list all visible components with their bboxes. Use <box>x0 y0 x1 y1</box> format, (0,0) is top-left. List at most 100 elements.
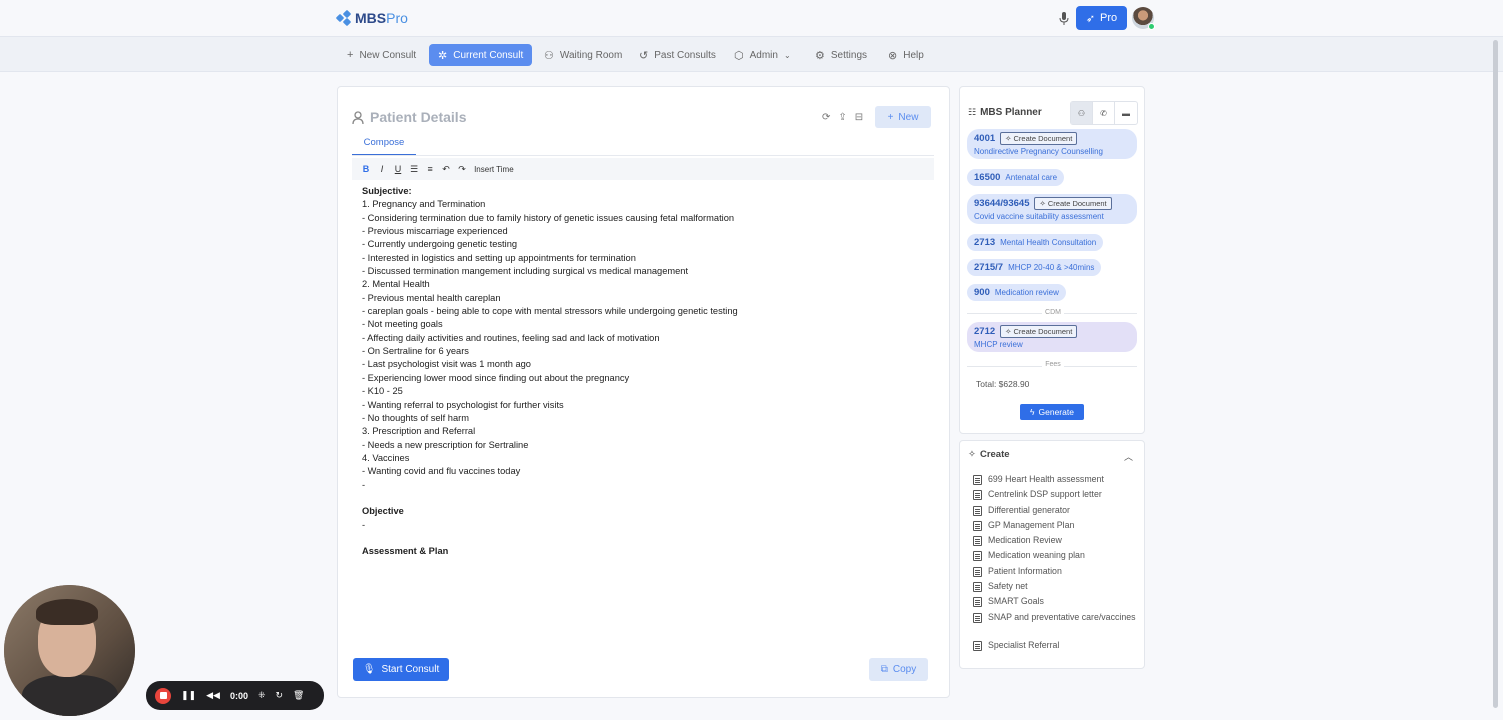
note-line: 2. Mental Health <box>362 279 430 290</box>
document-icon <box>973 597 982 608</box>
mbs-item[interactable]: 2713 Mental Health Consultation <box>967 234 1104 251</box>
create-item[interactable]: GP Management Plan <box>973 520 1138 535</box>
start-consult-button[interactable]: 🎙 Start Consult <box>353 658 449 681</box>
scrollbar[interactable] <box>1493 40 1498 708</box>
mbs-item[interactable]: 93644/93645 ✧ Create Document Covid vacci… <box>967 194 1137 224</box>
restart-icon[interactable]: ↻ <box>276 690 284 701</box>
create-item[interactable]: Differential generator <box>973 505 1138 520</box>
note-editor[interactable]: Subjective: 1. Pregnancy and Termination … <box>362 185 922 559</box>
copy-button[interactable]: ⧉ Copy <box>869 658 928 681</box>
note-line: - Not meeting goals <box>362 319 443 330</box>
video-icon[interactable]: ▬ <box>1115 102 1137 124</box>
refresh-icon[interactable]: ⟳ <box>822 112 830 123</box>
note-line: - Experiencing lower mood since finding … <box>362 372 630 383</box>
note-line: - careplan goals - being able to cope wi… <box>362 306 738 317</box>
create-item[interactable]: SMART Goals <box>973 596 1138 611</box>
nav-waiting-room[interactable]: ⚇ Waiting Room <box>535 44 631 66</box>
nav-help[interactable]: ⊗ Help <box>879 44 933 66</box>
pro-button[interactable]: ➶ Pro <box>1076 6 1127 30</box>
insert-time-button[interactable]: Insert Time <box>474 165 514 174</box>
redo-icon[interactable]: ↷ <box>458 164 466 175</box>
note-line: - Discussed termination mangement includ… <box>362 266 689 277</box>
stop-recording-button[interactable] <box>155 687 171 704</box>
create-item[interactable]: Safety net <box>973 581 1138 596</box>
note-line: 3. Prescription and Referral <box>362 426 476 437</box>
create-panel: ✧ Create ︿ 699 Heart Health assessment Cen… <box>959 440 1145 669</box>
new-button[interactable]: + New <box>875 106 931 128</box>
users-icon: ⚇ <box>544 49 554 62</box>
pause-icon[interactable]: ❚❚ <box>181 690 196 701</box>
bullet-list-icon[interactable]: ≡ <box>426 164 434 174</box>
nav-settings[interactable]: ⚙ Settings <box>806 44 876 66</box>
create-item[interactable]: Patient Information <box>973 566 1138 581</box>
create-item[interactable]: 699 Heart Health assessment <box>973 474 1138 489</box>
create-item[interactable]: Centrelink DSP support letter <box>973 489 1138 504</box>
mbs-item[interactable]: 16500 Antenatal care <box>967 169 1065 186</box>
settings-icon: ⚙ <box>815 49 825 62</box>
create-title: ✧ Create <box>968 449 1010 460</box>
underline-button[interactable]: U <box>394 164 402 174</box>
create-item-label: SMART Goals <box>988 596 1044 607</box>
create-item-label: Centrelink DSP support letter <box>988 489 1102 500</box>
nav-past-consults[interactable]: ↺ Past Consults <box>630 44 725 66</box>
note-line: 4. Vaccines <box>362 452 410 463</box>
create-item[interactable]: Specialist Referral <box>973 640 1138 655</box>
note-line: - <box>362 519 366 530</box>
nav-new-consult[interactable]: + New Consult <box>338 44 425 66</box>
microphone-icon: 🎙 <box>362 664 376 675</box>
online-status-dot <box>1148 23 1155 30</box>
rewind-icon[interactable]: ◀◀ <box>206 690 220 701</box>
user-icon <box>352 110 364 124</box>
mbs-item[interactable]: 2715/7 MHCP 20-40 & >40mins <box>967 259 1102 276</box>
fees-total: Total: $628.90 <box>976 379 1030 389</box>
trash-icon[interactable]: 🗑 <box>293 690 304 701</box>
undo-icon[interactable]: ↶ <box>442 164 450 175</box>
plus-icon: + <box>887 111 894 123</box>
create-document-button[interactable]: ✧ Create Document <box>1000 132 1078 145</box>
italic-button[interactable]: I <box>378 164 386 174</box>
create-item[interactable]: Medication weaning plan <box>973 550 1138 565</box>
save-icon[interactable]: ⊟ <box>855 112 863 123</box>
share-icon[interactable]: ⇪ <box>838 112 846 123</box>
mbs-item[interactable]: 4001 ✧ Create Document Nondirective Pregn… <box>967 129 1137 159</box>
mbs-item[interactable]: 900 Medication review <box>967 284 1066 301</box>
create-document-button[interactable]: ✧ Create Document <box>1034 197 1112 210</box>
note-line: Assessment & Plan <box>362 546 449 557</box>
ordered-list-icon[interactable]: ☰ <box>410 164 418 175</box>
patient-details-panel: Patient Details ⟳ ⇪ ⊟ + New Compose B I U… <box>337 86 950 698</box>
bold-button[interactable]: B <box>362 164 370 174</box>
create-document-button[interactable]: ✧ Create Document <box>1000 325 1078 338</box>
create-item-label: Medication weaning plan <box>988 550 1085 561</box>
in-person-icon[interactable]: ⚇ <box>1071 102 1093 124</box>
note-line: Objective <box>362 506 404 517</box>
grid-icon[interactable]: ⁜ <box>258 690 266 701</box>
nav-current-consult[interactable]: ✲ Current Consult <box>429 44 533 66</box>
main-nav: + New Consult ✲ Current Consult ⚇ Waiting R… <box>0 36 1503 72</box>
sparkle-icon: ✧ <box>968 449 976 460</box>
avatar[interactable] <box>1132 7 1155 30</box>
note-line: - <box>362 479 366 490</box>
chevron-up-icon[interactable]: ︿ <box>1124 450 1133 463</box>
tab-compose[interactable]: Compose <box>352 137 416 156</box>
generate-button[interactable]: ϟ Generate <box>1020 404 1084 420</box>
create-item-label: Specialist Referral <box>988 639 1060 650</box>
lightning-icon: ϟ <box>1030 407 1035 417</box>
note-line: 1. Pregnancy and Termination <box>362 199 486 210</box>
create-item[interactable]: Medication Review <box>973 535 1138 550</box>
nav-admin[interactable]: ⬡ Admin ⌄ <box>725 44 800 66</box>
list-icon: ☷ <box>968 107 977 117</box>
microphone-icon[interactable] <box>1059 12 1069 25</box>
note-line: - Interested in logistics and setting up… <box>362 252 636 263</box>
logo[interactable]: MBSPro <box>335 9 408 27</box>
editor-toolbar: B I U ☰ ≡ ↶ ↷ Insert Time <box>352 158 934 180</box>
consult-mode-toggle: ⚇ ✆ ▬ <box>1070 101 1138 125</box>
mbs-planner-panel: ☷ MBS Planner ⚇ ✆ ▬ 4001 ✧ Create Document… <box>959 86 1145 434</box>
help-icon: ⊗ <box>888 49 898 62</box>
mbs-item-cdm[interactable]: 2712 ✧ Create Document MHCP review <box>967 322 1137 352</box>
phone-icon[interactable]: ✆ <box>1093 102 1115 124</box>
copy-icon: ⧉ <box>880 664 888 675</box>
document-icon <box>973 612 982 623</box>
create-item[interactable]: SNAP and preventative care/vaccines <box>973 612 1138 640</box>
note-line: - On Sertraline for 6 years <box>362 346 469 357</box>
note-line: - Considering termination due to family … <box>362 212 735 223</box>
